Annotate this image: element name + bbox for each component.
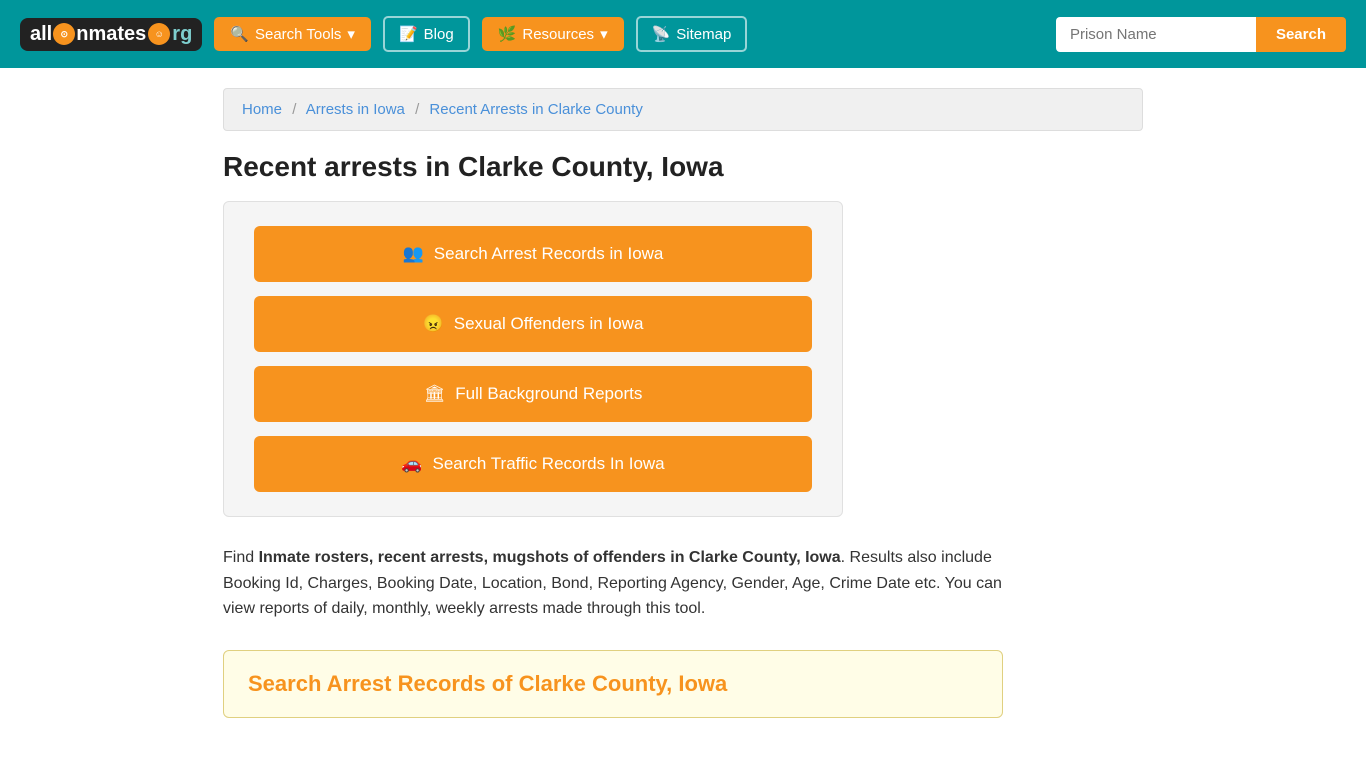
header-search-area: Search — [1056, 17, 1346, 52]
section-box: Search Arrest Records of Clarke County, … — [223, 650, 1003, 718]
blog-label: Blog — [424, 26, 454, 43]
building-icon: 🏛 — [424, 384, 446, 404]
blog-icon: 📝 — [399, 25, 418, 43]
breadcrumb-sep-2: / — [415, 101, 419, 118]
resources-button[interactable]: 🌿 Resources ▾ — [482, 17, 624, 51]
traffic-records-label: Search Traffic Records In Iowa — [433, 454, 665, 474]
page-title: Recent arrests in Clarke County, Iowa — [223, 151, 1143, 183]
search-tools-button[interactable]: 🔍 Search Tools ▾ — [214, 17, 371, 51]
search-arrest-records-button[interactable]: 👥 Search Arrest Records in Iowa — [254, 226, 812, 282]
sexual-offenders-button[interactable]: 😠 Sexual Offenders in Iowa — [254, 296, 812, 352]
sitemap-icon: 📡 — [652, 25, 671, 43]
site-logo[interactable]: all ⊙ nmates ☺ rg — [20, 18, 202, 51]
sitemap-label: Sitemap — [676, 26, 731, 43]
car-icon: 🚗 — [401, 454, 422, 474]
description-prefix: Find — [223, 549, 259, 566]
breadcrumb: Home / Arrests in Iowa / Recent Arrests … — [223, 88, 1143, 131]
header-search-label: Search — [1276, 26, 1326, 43]
offender-icon: 😠 — [423, 314, 444, 334]
breadcrumb-arrests-iowa[interactable]: Arrests in Iowa — [306, 101, 405, 118]
blog-button[interactable]: 📝 Blog — [383, 16, 470, 52]
main-content: Home / Arrests in Iowa / Recent Arrests … — [203, 68, 1163, 758]
section-box-title: Search Arrest Records of Clarke County, … — [248, 671, 978, 697]
description-bold: Inmate rosters, recent arrests, mugshots… — [259, 549, 841, 566]
breadcrumb-sep-1: / — [292, 101, 296, 118]
breadcrumb-home[interactable]: Home — [242, 101, 282, 118]
search-tools-caret: ▾ — [347, 25, 355, 43]
description-paragraph: Find Inmate rosters, recent arrests, mug… — [223, 545, 1003, 622]
action-button-box: 👥 Search Arrest Records in Iowa 😠 Sexual… — [223, 201, 843, 517]
breadcrumb-current: Recent Arrests in Clarke County — [429, 101, 642, 118]
person-icon: 👥 — [403, 244, 424, 264]
resources-caret: ▾ — [600, 25, 608, 43]
search-tools-label: Search Tools — [255, 26, 341, 43]
sitemap-button[interactable]: 📡 Sitemap — [636, 16, 748, 52]
resources-label: Resources — [522, 26, 594, 43]
resources-icon: 🌿 — [498, 25, 517, 43]
prison-name-input[interactable] — [1056, 17, 1256, 52]
search-tools-icon: 🔍 — [230, 25, 249, 43]
background-reports-label: Full Background Reports — [455, 384, 642, 404]
traffic-records-button[interactable]: 🚗 Search Traffic Records In Iowa — [254, 436, 812, 492]
sexual-offenders-label: Sexual Offenders in Iowa — [454, 314, 644, 334]
search-arrest-records-label: Search Arrest Records in Iowa — [434, 244, 664, 264]
site-header: all ⊙ nmates ☺ rg 🔍 Search Tools ▾ 📝 Blo… — [0, 0, 1366, 68]
background-reports-button[interactable]: 🏛 Full Background Reports — [254, 366, 812, 422]
header-search-button[interactable]: Search — [1256, 17, 1346, 52]
